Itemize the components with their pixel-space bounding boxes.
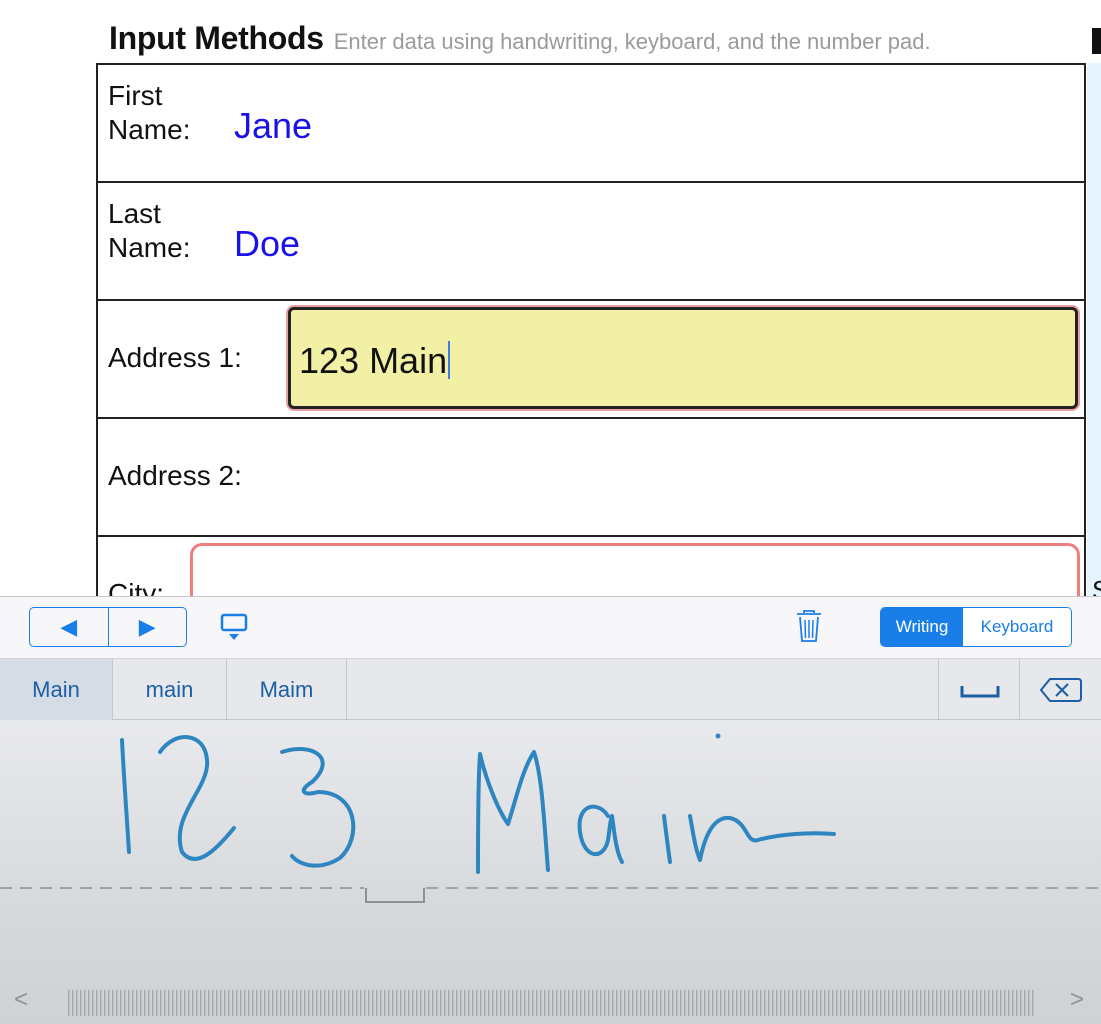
address1-label: Address 1: [108,342,242,373]
form-row-last-name[interactable]: Last Name: Doe [98,181,1086,299]
form-row-address2[interactable]: Address 2: [98,417,1086,535]
last-name-value[interactable]: Doe [234,223,300,265]
clear-ink-button[interactable] [795,609,823,643]
candidate-item[interactable]: main [113,659,227,720]
hide-keyboard-icon [220,613,248,640]
input-mode-segmented-control: Writing Keyboard [880,607,1072,647]
last-name-label: Last Name: [108,198,191,263]
scroll-right-icon[interactable]: > [1070,986,1084,1014]
trash-icon [797,610,821,642]
next-field-button[interactable]: ▶ [107,608,187,646]
section-subtitle: Enter data using handwriting, keyboard, … [333,29,931,54]
right-column-label: S [1092,575,1101,598]
writing-mode-button[interactable]: Writing [881,608,963,646]
space-icon [960,686,1000,698]
section-header: Input Methods Enter data using handwritin… [109,20,931,57]
handwriting-canvas[interactable]: < > [0,720,1101,1024]
city-input[interactable] [190,543,1080,598]
first-name-value[interactable]: Jane [234,105,312,147]
section-title: Input Methods [109,20,324,56]
triangle-left-icon: ◀ [60,614,78,639]
first-name-label: First Name: [108,80,191,145]
handwriting-scroll-track[interactable] [68,990,1034,1016]
candidate-item[interactable]: Maim [227,659,347,720]
scroll-left-icon[interactable]: < [14,986,28,1014]
candidate-item[interactable]: Main [0,659,113,720]
keyboard-mode-button[interactable]: Keyboard [963,608,1071,646]
delete-backspace-icon [1039,678,1082,702]
field-navigation-group: ◀ ▶ [29,607,187,647]
form-row-city: City: [98,535,1086,598]
form-row-first-name[interactable]: First Name: Jane [98,63,1086,181]
right-column-panel [1087,63,1101,598]
address1-text: 123 Main [299,340,451,382]
city-label: City: [108,578,164,598]
text-caret [448,341,451,379]
form-table: First Name: Jane Last Name: Doe Address … [96,63,1086,598]
header-trail-glyph [1092,28,1101,54]
form-row-address1: Address 1: 123 Main [98,299,1086,417]
input-accessory-toolbar: ◀ ▶ Writing Keyboard [0,596,1101,658]
previous-field-button[interactable]: ◀ [30,608,108,646]
hide-keyboard-button[interactable] [218,612,250,642]
delete-button[interactable] [1020,659,1101,720]
triangle-right-icon: ▶ [138,614,156,639]
candidate-bar: Main main Maim [0,658,1101,720]
address2-label: Address 2: [108,460,242,491]
handwriting-ink [0,733,1101,903]
space-button[interactable] [938,659,1020,720]
address1-input[interactable]: 123 Main [288,307,1078,409]
form-area: Input Methods Enter data using handwritin… [0,0,1101,598]
